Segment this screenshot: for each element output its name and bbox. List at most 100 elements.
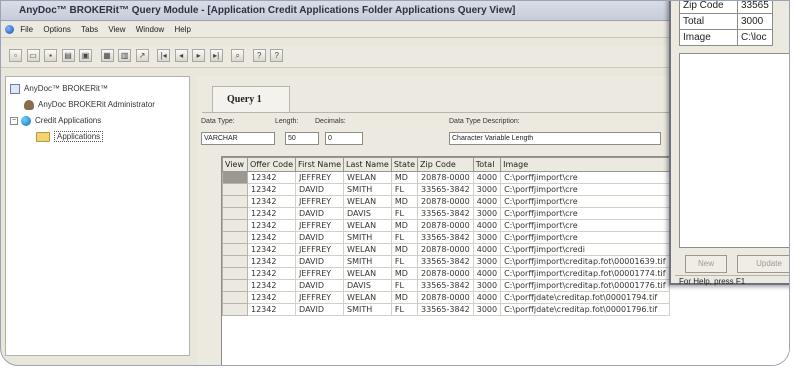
table-row[interactable]: 12342 JEFFREY WELAN MD 20878-0000 4000 C:\porf…: [222, 291, 670, 304]
field-value[interactable]: 3000: [737, 13, 773, 30]
cell-last-name[interactable]: WELAN: [343, 219, 392, 232]
table-row[interactable]: 12342 DAVID DAVIS FL 33565-3842 3000 C:\porffj…: [222, 279, 670, 292]
tree-node-admin[interactable]: AnyDoc BROKERit Administrator: [10, 97, 189, 113]
cell-last-name[interactable]: WELAN: [343, 243, 392, 256]
save-icon[interactable]: ▪: [44, 49, 58, 62]
cell-image[interactable]: C:\porffjdate\creditap.fot\00001796.tif: [500, 303, 670, 316]
cell-image[interactable]: C:\porffjimport\creditap.fot\00001774.ti…: [500, 267, 670, 280]
cell-total[interactable]: 4000: [472, 219, 502, 232]
cell-state[interactable]: FL: [390, 303, 419, 316]
export-icon[interactable]: ↗: [135, 49, 149, 62]
cell-total[interactable]: 3000: [472, 255, 502, 268]
cell-image[interactable]: C:\porffjimport\cre: [500, 195, 670, 208]
cell-first-name[interactable]: DAVID: [295, 207, 345, 220]
cell-state[interactable]: FL: [390, 279, 419, 292]
tab-query-1[interactable]: Query 1: [212, 86, 290, 112]
menu-window[interactable]: Window: [136, 25, 164, 34]
app-icon[interactable]: [5, 25, 14, 35]
cell-offer-code[interactable]: 12342: [246, 303, 297, 316]
cell-state[interactable]: MD: [390, 243, 419, 256]
tree-node-root[interactable]: AnyDoc™ BROKERit™: [10, 81, 189, 97]
record-list[interactable]: [679, 53, 789, 248]
cell-zip-code[interactable]: 20878-0000: [417, 243, 474, 256]
cell-image[interactable]: C:\porffjdate\creditap.fot\00001794.tif: [500, 291, 670, 304]
row-view-selector[interactable]: [222, 171, 248, 184]
menu-view[interactable]: View: [108, 25, 125, 34]
tree-node-credit-applications[interactable]: − Credit Applications: [10, 113, 189, 129]
column-header-view[interactable]: View: [222, 157, 248, 172]
cell-offer-code[interactable]: 12342: [246, 291, 297, 304]
cell-last-name[interactable]: SMITH: [343, 183, 392, 196]
cell-total[interactable]: 4000: [472, 171, 502, 184]
cell-total[interactable]: 3000: [472, 183, 502, 196]
row-view-selector[interactable]: [222, 219, 248, 232]
table-row[interactable]: 12342 JEFFREY WELAN MD 20878-0000 4000 C:\porf…: [222, 267, 670, 280]
column-header-state[interactable]: State: [390, 157, 419, 172]
table-row[interactable]: 12342 JEFFREY WELAN MD 20878-0000 4000 C:\porf…: [222, 171, 670, 184]
cell-state[interactable]: MD: [390, 291, 419, 304]
cell-state[interactable]: MD: [390, 171, 419, 184]
cell-first-name[interactable]: DAVID: [295, 231, 345, 244]
cell-zip-code[interactable]: 33565-3842: [417, 231, 474, 244]
column-header-image[interactable]: Image: [500, 157, 670, 172]
tree-node-applications[interactable]: Applications: [10, 129, 189, 145]
row-view-selector[interactable]: [222, 267, 248, 280]
row-view-selector[interactable]: [222, 195, 248, 208]
first-icon[interactable]: |◂: [157, 49, 171, 62]
cell-zip-code[interactable]: 33565-3842: [417, 303, 474, 316]
cell-zip-code[interactable]: 20878-0000: [417, 219, 474, 232]
cell-total[interactable]: 4000: [472, 291, 502, 304]
row-view-selector[interactable]: [222, 279, 248, 292]
length-field[interactable]: 50: [285, 132, 319, 145]
cell-state[interactable]: FL: [390, 255, 419, 268]
table-row[interactable]: 12342 DAVID SMITH FL 33565-3842 3000 C:\porffj…: [222, 231, 670, 244]
cell-first-name[interactable]: JEFFREY: [295, 243, 345, 256]
last-icon[interactable]: ▸|: [209, 49, 223, 62]
cell-last-name[interactable]: WELAN: [343, 267, 392, 280]
cell-offer-code[interactable]: 12342: [246, 231, 297, 244]
cell-total[interactable]: 3000: [472, 279, 502, 292]
cell-state[interactable]: FL: [390, 183, 419, 196]
cell-state[interactable]: MD: [390, 267, 419, 280]
cell-state[interactable]: MD: [390, 219, 419, 232]
print-icon[interactable]: ▤: [61, 49, 75, 62]
context-help-icon[interactable]: ?: [270, 49, 284, 62]
grid-icon[interactable]: ▦: [100, 49, 114, 62]
cell-last-name[interactable]: SMITH: [343, 303, 392, 316]
column-header-offer-code[interactable]: Offer Code: [246, 157, 297, 172]
cell-first-name[interactable]: JEFFREY: [295, 219, 345, 232]
column-header-total[interactable]: Total: [472, 157, 502, 172]
cell-zip-code[interactable]: 20878-0000: [417, 195, 474, 208]
field-value[interactable]: C:\loc: [737, 29, 773, 46]
cell-first-name[interactable]: DAVID: [295, 183, 345, 196]
prev-icon[interactable]: ◂: [174, 49, 188, 62]
row-view-selector[interactable]: [222, 243, 248, 256]
table-row[interactable]: 12342 JEFFREY WELAN MD 20878-0000 4000 C:\porf…: [222, 243, 670, 256]
cell-last-name[interactable]: DAVIS: [343, 207, 392, 220]
cell-image[interactable]: C:\porffjimport\cre: [500, 219, 670, 232]
cell-image[interactable]: C:\porffjimport\cre: [500, 171, 670, 184]
cell-offer-code[interactable]: 12342: [246, 243, 297, 256]
cell-zip-code[interactable]: 33565-3842: [417, 279, 474, 292]
cell-last-name[interactable]: SMITH: [343, 255, 392, 268]
row-view-selector[interactable]: [222, 255, 248, 268]
cell-first-name[interactable]: JEFFREY: [295, 291, 345, 304]
next-icon[interactable]: ▸: [192, 49, 206, 62]
cell-first-name[interactable]: JEFFREY: [295, 171, 345, 184]
new-icon[interactable]: ▫: [9, 49, 22, 62]
field-value[interactable]: 33565: [737, 1, 773, 14]
cell-zip-code[interactable]: 33565-3842: [417, 183, 474, 196]
menu-file[interactable]: File: [20, 25, 33, 34]
row-view-selector[interactable]: [222, 231, 248, 244]
cell-last-name[interactable]: WELAN: [343, 291, 392, 304]
help-icon[interactable]: ?: [252, 49, 266, 62]
row-view-selector[interactable]: [222, 183, 248, 196]
cell-total[interactable]: 3000: [472, 207, 502, 220]
row-view-selector[interactable]: [222, 303, 248, 316]
update-button[interactable]: Update: [737, 255, 789, 273]
cell-state[interactable]: FL: [390, 207, 419, 220]
cell-offer-code[interactable]: 12342: [246, 183, 297, 196]
collapse-icon[interactable]: −: [10, 116, 18, 125]
cell-state[interactable]: FL: [390, 231, 419, 244]
open-icon[interactable]: ▭: [26, 49, 40, 62]
